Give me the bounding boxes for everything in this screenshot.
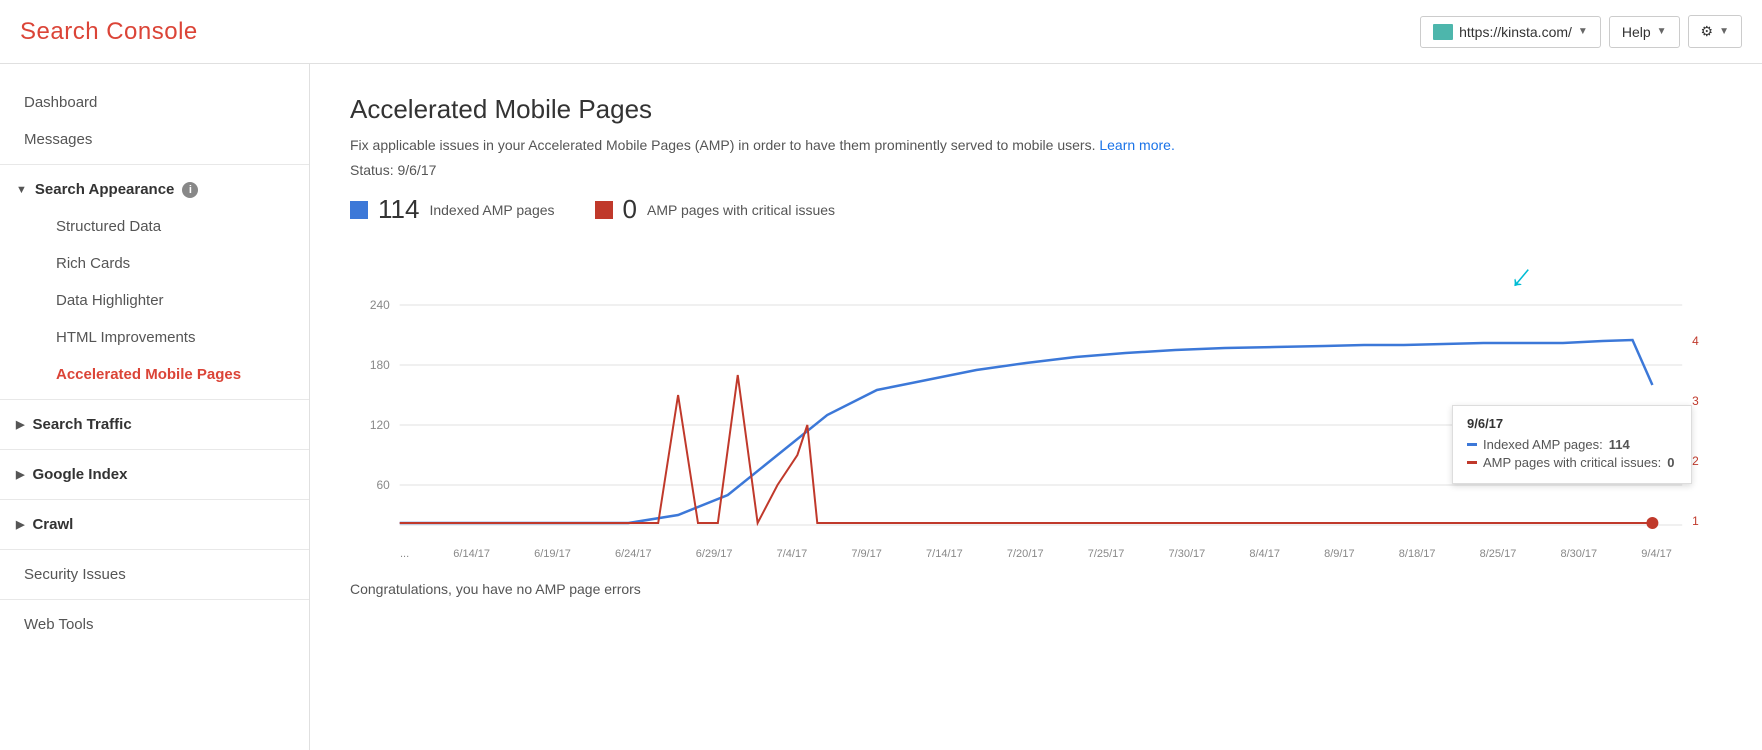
x-label-725: 7/25/17 (1088, 548, 1125, 560)
svg-text:3: 3 (1692, 394, 1699, 408)
sidebar-item-web-tools[interactable]: Web Tools (0, 606, 309, 643)
x-label-84: 8/4/17 (1249, 548, 1280, 560)
header-controls: https://kinsta.com/ ▼ Help ▼ ⚙ ▼ (1420, 15, 1742, 48)
x-axis-labels: ... 6/14/17 6/19/17 6/24/17 6/29/17 7/4/… (350, 548, 1722, 560)
x-label-74: 7/4/17 (777, 548, 808, 560)
x-label-830: 8/30/17 (1560, 548, 1597, 560)
tooltip-red-indicator (1467, 461, 1477, 464)
x-label-94: 9/4/17 (1641, 548, 1672, 560)
settings-dropdown-arrow: ▼ (1719, 26, 1729, 37)
sidebar: Dashboard Messages ▼ Search Appearance i… (0, 64, 310, 750)
divider-2 (0, 399, 309, 400)
status-line: Status: 9/6/17 (350, 162, 1722, 178)
svg-text:2: 2 (1692, 454, 1699, 468)
tooltip-row1-value: 114 (1609, 437, 1630, 452)
sidebar-item-data-highlighter[interactable]: Data Highlighter (32, 282, 309, 319)
x-label-89: 8/9/17 (1324, 548, 1355, 560)
x-label-624: 6/24/17 (615, 548, 652, 560)
x-label-629: 6/29/17 (696, 548, 733, 560)
x-label-714: 7/14/17 (926, 548, 963, 560)
sidebar-item-html-improvements[interactable]: HTML Improvements (32, 319, 309, 356)
site-icon (1433, 24, 1453, 40)
site-dropdown-arrow: ▼ (1578, 26, 1588, 37)
x-label-818: 8/18/17 (1399, 548, 1436, 560)
x-label-79: 7/9/17 (851, 548, 882, 560)
site-url: https://kinsta.com/ (1459, 24, 1572, 40)
sidebar-item-amp[interactable]: Accelerated Mobile Pages (32, 356, 309, 393)
tooltip-row-indexed: Indexed AMP pages: 114 (1467, 437, 1677, 452)
tooltip-row-critical: AMP pages with critical issues: 0 (1467, 455, 1677, 470)
x-label-730: 7/30/17 (1169, 548, 1206, 560)
sidebar-sub-search-appearance: Structured Data Rich Cards Data Highligh… (0, 208, 309, 393)
page-description: Fix applicable issues in your Accelerate… (350, 135, 1722, 156)
tooltip-row2-value: 0 (1667, 455, 1674, 470)
help-label: Help (1622, 24, 1651, 40)
svg-text:180: 180 (370, 358, 390, 372)
divider-6 (0, 599, 309, 600)
congrats-message: Congratulations, you have no AMP page er… (350, 581, 1722, 597)
help-dropdown-arrow: ▼ (1657, 26, 1667, 37)
search-traffic-arrow: ▶ (16, 418, 24, 431)
sidebar-item-security-issues[interactable]: Security Issues (0, 556, 309, 593)
svg-text:240: 240 (370, 298, 390, 312)
sidebar-section-google-index[interactable]: ▶ Google Index (0, 456, 309, 493)
gear-icon: ⚙ (1701, 23, 1714, 40)
sidebar-section-crawl[interactable]: ▶ Crawl (0, 506, 309, 543)
sidebar-item-rich-cards[interactable]: Rich Cards (32, 245, 309, 282)
legend-critical: 0 AMP pages with critical issues (595, 194, 836, 225)
svg-text:1: 1 (1692, 514, 1699, 528)
sidebar-item-messages[interactable]: Messages (0, 121, 309, 158)
crawl-arrow: ▶ (16, 518, 24, 531)
tooltip-date: 9/6/17 (1467, 416, 1677, 431)
main-content: Accelerated Mobile Pages Fix applicable … (310, 64, 1762, 750)
x-label-720: 7/20/17 (1007, 548, 1044, 560)
svg-text:4: 4 (1692, 334, 1699, 348)
expand-arrow: ▼ (16, 184, 27, 196)
help-button[interactable]: Help ▼ (1609, 16, 1680, 48)
sidebar-item-dashboard[interactable]: Dashboard (0, 84, 309, 121)
layout: Dashboard Messages ▼ Search Appearance i… (0, 64, 1762, 750)
page-title: Accelerated Mobile Pages (350, 94, 1722, 125)
divider-5 (0, 549, 309, 550)
tooltip-row1-label: Indexed AMP pages: (1483, 437, 1603, 452)
x-label-614: 6/14/17 (453, 548, 490, 560)
svg-text:120: 120 (370, 418, 390, 432)
legend: 114 Indexed AMP pages 0 AMP pages with c… (350, 194, 1722, 225)
divider-1 (0, 164, 309, 165)
sidebar-item-structured-data[interactable]: Structured Data (32, 208, 309, 245)
x-label-825: 8/25/17 (1480, 548, 1517, 560)
svg-text:60: 60 (377, 478, 391, 492)
divider-4 (0, 499, 309, 500)
critical-count: 0 (623, 194, 637, 225)
site-selector[interactable]: https://kinsta.com/ ▼ (1420, 16, 1601, 48)
chart-container: ↓ 60 120 180 240 1 2 3 4 (350, 245, 1722, 565)
sidebar-section-search-traffic[interactable]: ▶ Search Traffic (0, 406, 309, 443)
critical-label: AMP pages with critical issues (647, 202, 835, 218)
settings-button[interactable]: ⚙ ▼ (1688, 15, 1742, 48)
tooltip-row2-label: AMP pages with critical issues: (1483, 455, 1661, 470)
red-endpoint (1646, 517, 1658, 529)
legend-box-red (595, 201, 613, 219)
tooltip-blue-indicator (1467, 443, 1477, 446)
sidebar-section-search-appearance[interactable]: ▼ Search Appearance i (0, 171, 309, 208)
info-icon: i (182, 182, 198, 198)
indexed-count: 114 (378, 194, 419, 225)
legend-box-blue (350, 201, 368, 219)
legend-indexed: 114 Indexed AMP pages (350, 194, 555, 225)
chart-tooltip: 9/6/17 Indexed AMP pages: 114 AMP pages … (1452, 405, 1692, 484)
google-index-arrow: ▶ (16, 468, 24, 481)
divider-3 (0, 449, 309, 450)
indexed-label: Indexed AMP pages (429, 202, 554, 218)
x-label-619: 6/19/17 (534, 548, 571, 560)
header: Search Console https://kinsta.com/ ▼ Hel… (0, 0, 1762, 64)
x-label-dots: ... (400, 548, 409, 560)
app-title: Search Console (20, 18, 198, 46)
learn-more-link[interactable]: Learn more. (1099, 137, 1174, 153)
